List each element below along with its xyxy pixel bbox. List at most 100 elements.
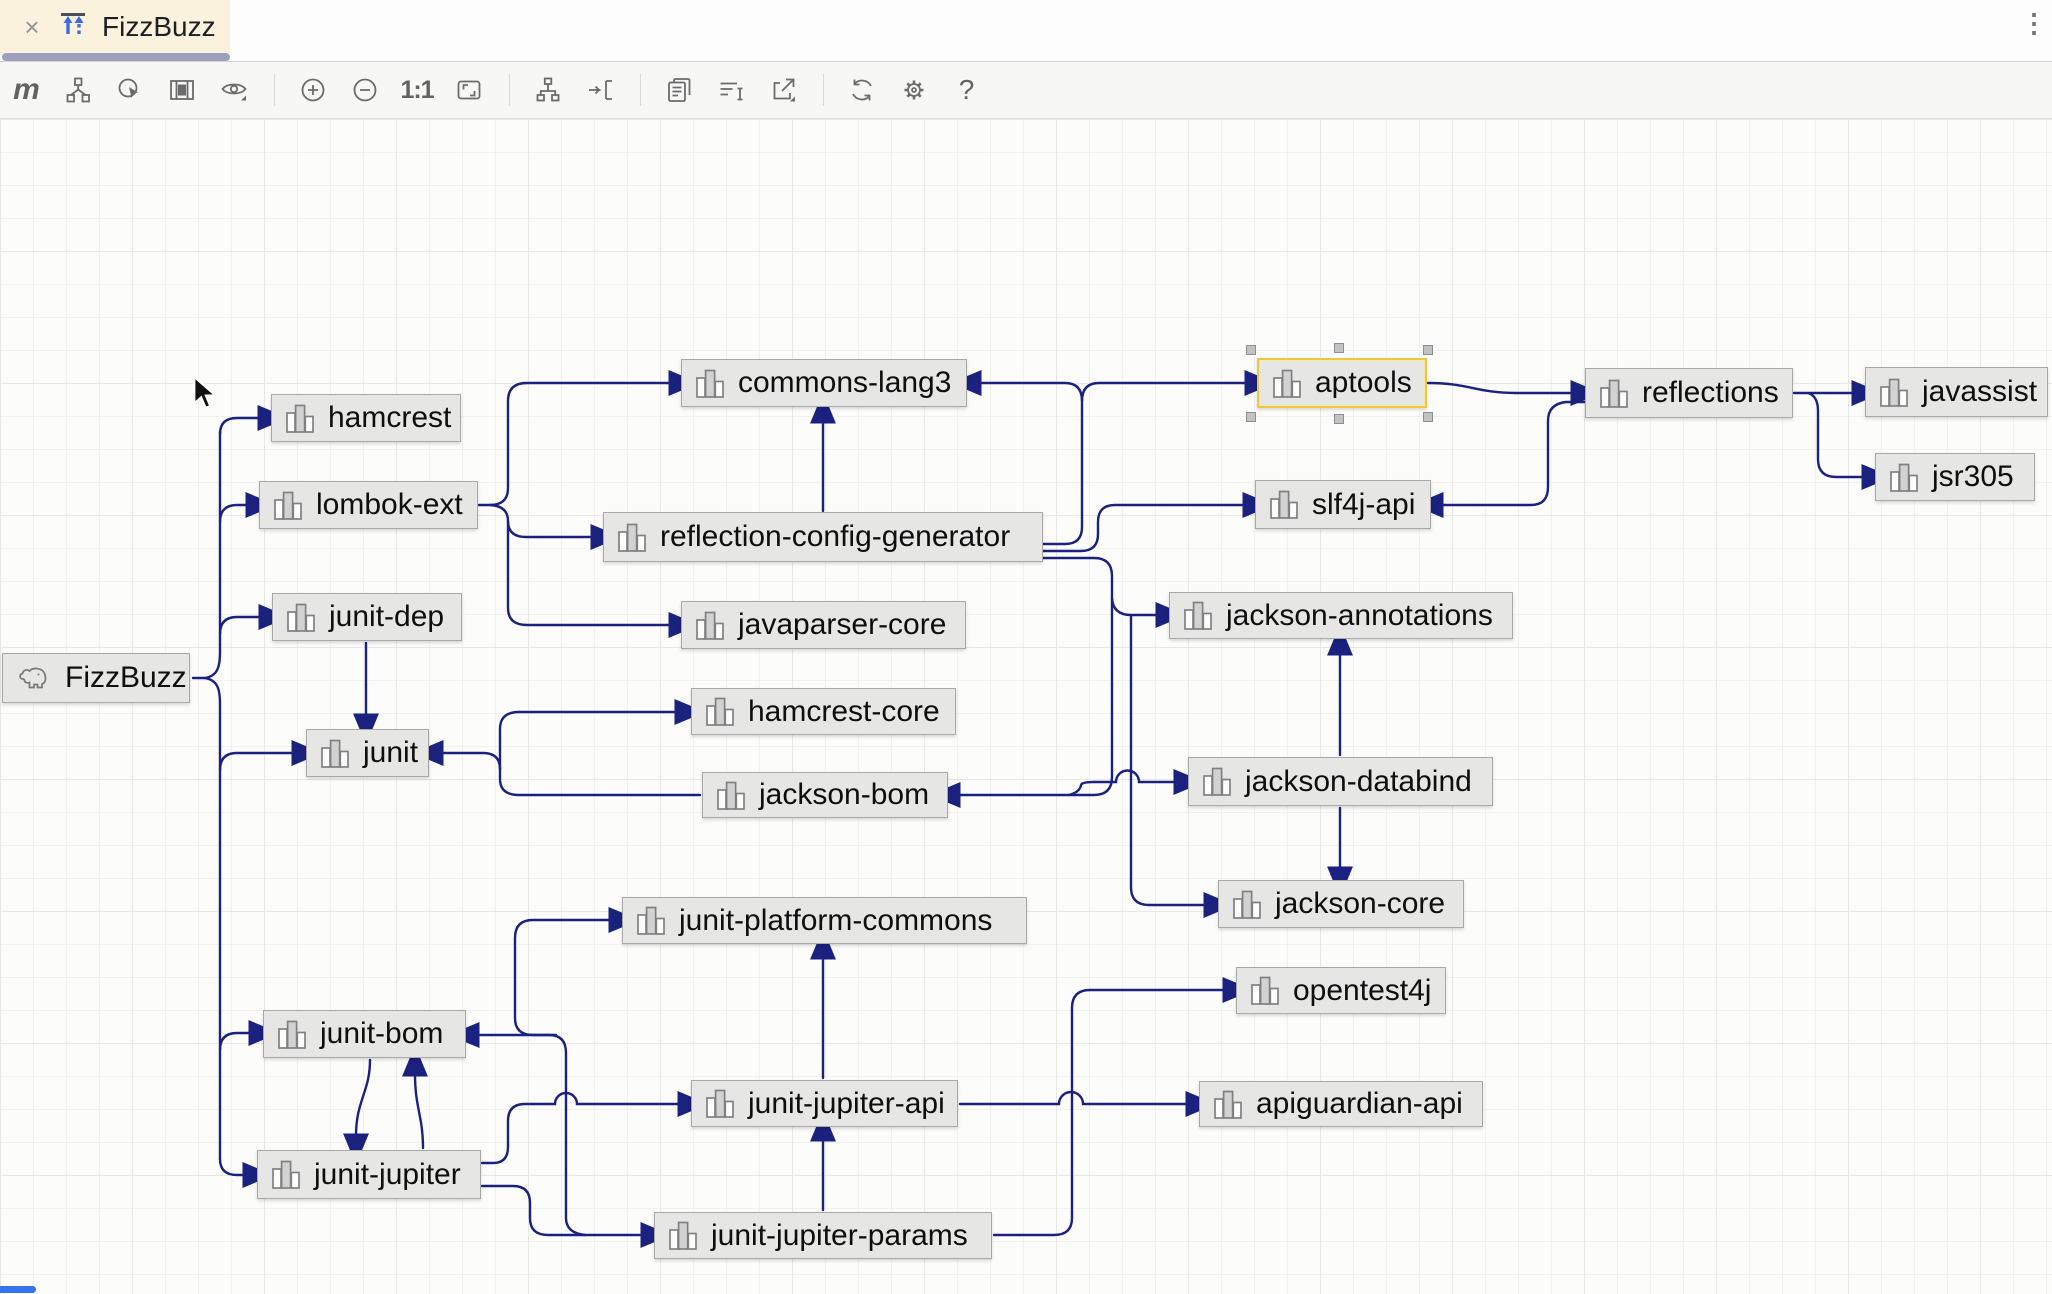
edge-api-apiguardian[interactable] — [960, 1092, 1188, 1104]
node-junit-jupiter[interactable]: junit-jupiter — [257, 1150, 481, 1199]
edge-jupiter-bom[interactable] — [415, 1074, 423, 1148]
library-icon — [1879, 377, 1909, 408]
node-label: reflection-config-generator — [660, 520, 1010, 554]
selection-handle[interactable] — [1246, 412, 1256, 422]
library-icon — [705, 696, 735, 727]
library-icon — [617, 522, 647, 553]
edge-trunk-down[interactable] — [205, 678, 220, 1159]
node-apiguardian-api[interactable]: apiguardian-api — [1199, 1081, 1483, 1127]
diagram-window: × FizzBuzz ⋮ m1:1? FizzBuzzhamcrest — [0, 0, 2052, 1294]
node-label: jackson-databind — [1245, 765, 1472, 799]
node-junit-jupiter-api[interactable]: junit-jupiter-api — [691, 1080, 958, 1127]
edge-aptools-reflections[interactable] — [1428, 383, 1573, 393]
library-icon — [695, 368, 725, 399]
node-label: FizzBuzz — [65, 661, 187, 695]
node-jackson-bom[interactable]: jackson-bom — [702, 772, 948, 818]
node-javassist[interactable]: javassist — [1865, 367, 2048, 417]
edge-fizzbuzz-junit-jupiter[interactable] — [220, 1159, 245, 1175]
node-commons-lang3[interactable]: commons-lang3 — [681, 359, 967, 407]
node-label: hamcrest — [328, 401, 451, 435]
library-icon — [285, 403, 315, 434]
node-label: lombok-ext — [316, 488, 463, 522]
node-label: opentest4j — [1293, 974, 1431, 1008]
node-reflections[interactable]: reflections — [1585, 368, 1793, 418]
edge-fizzbuzz-lombok-ext[interactable] — [220, 505, 248, 522]
selection-handle[interactable] — [1334, 343, 1344, 353]
edge-lombok-commons-lang3[interactable] — [479, 383, 671, 505]
node-fizzbuzz[interactable]: FizzBuzz — [2, 653, 190, 703]
gradle-elephant-icon — [16, 665, 52, 691]
selection-handle[interactable] — [1423, 412, 1433, 422]
edge-params-opentest4j[interactable] — [994, 990, 1225, 1235]
node-label: junit-bom — [320, 1017, 443, 1051]
library-icon — [695, 610, 725, 641]
library-icon — [320, 738, 350, 769]
node-slf4j-api[interactable]: slf4j-api — [1255, 480, 1431, 529]
node-label: jsr305 — [1932, 460, 2014, 494]
node-label: junit-jupiter-api — [748, 1087, 945, 1121]
edge-fizzbuzz-hamcrest[interactable] — [220, 418, 260, 434]
library-icon — [1250, 975, 1280, 1006]
node-jackson-core[interactable]: jackson-core — [1218, 880, 1464, 928]
edge-bom-jupiter[interactable] — [356, 1060, 370, 1136]
edge-feed-platform-commons[interactable] — [515, 920, 611, 1035]
edge-jackson-bom-junit[interactable] — [441, 753, 700, 795]
node-hamcrest[interactable]: hamcrest — [271, 394, 461, 442]
node-label: junit — [363, 736, 418, 770]
node-jackson-annotations[interactable]: jackson-annotations — [1169, 592, 1513, 639]
node-hamcrest-core[interactable]: hamcrest-core — [691, 688, 956, 735]
selection-handle[interactable] — [1423, 345, 1433, 355]
library-icon — [1202, 766, 1232, 797]
edge-junit-hamcrest-core[interactable] — [500, 712, 677, 769]
library-icon — [286, 602, 316, 633]
edge-fizzbuzz-junit-dep[interactable] — [220, 617, 261, 634]
node-label: javaparser-core — [738, 608, 946, 642]
selection-handle[interactable] — [1334, 414, 1344, 424]
node-label: junit-jupiter — [314, 1158, 461, 1192]
edge-reflections-jsr305[interactable] — [1808, 393, 1864, 477]
node-jsr305[interactable]: jsr305 — [1875, 453, 2035, 501]
library-icon — [1889, 462, 1919, 493]
edge-rcg-slf4j-api[interactable] — [1043, 505, 1245, 551]
edge-fizzbuzz-junit[interactable] — [220, 753, 294, 770]
edge-jupiter-params[interactable] — [482, 1186, 643, 1235]
node-label: reflections — [1642, 376, 1779, 410]
node-reflection-config-generator[interactable]: reflection-config-generator — [603, 512, 1043, 562]
node-junit[interactable]: junit — [306, 729, 429, 777]
edges-layer — [0, 0, 2052, 1294]
node-label: junit-platform-commons — [679, 904, 992, 938]
selection-handle[interactable] — [1246, 345, 1256, 355]
edge-jupiter-api[interactable] — [482, 1093, 680, 1163]
library-icon — [1269, 489, 1299, 520]
edge-reflections-slf4j-api[interactable] — [1441, 402, 1585, 505]
edge-corridor-aptools[interactable] — [1082, 383, 1247, 401]
edge-branch-jackson-annotations[interactable] — [1112, 598, 1158, 615]
node-label: jackson-annotations — [1226, 599, 1493, 633]
node-label: hamcrest-core — [748, 695, 940, 729]
node-junit-dep[interactable]: junit-dep — [272, 593, 462, 641]
node-junit-bom[interactable]: junit-bom — [263, 1010, 466, 1058]
node-javaparser-core[interactable]: javaparser-core — [681, 601, 966, 649]
node-label: commons-lang3 — [738, 366, 951, 400]
edge-trunk-up[interactable] — [205, 432, 220, 678]
edge-fizzbuzz-junit-bom[interactable] — [220, 1033, 251, 1050]
node-lombok-ext[interactable]: lombok-ext — [259, 481, 478, 529]
edge-rcg-jackson-bom[interactable] — [958, 558, 1112, 795]
node-junit-jupiter-params[interactable]: junit-jupiter-params — [654, 1212, 992, 1259]
node-opentest4j[interactable]: opentest4j — [1236, 967, 1446, 1014]
horizontal-scrollbar-thumb[interactable] — [0, 1286, 36, 1293]
library-icon — [705, 1088, 735, 1119]
edge-to-jackson-databind[interactable] — [1069, 771, 1176, 796]
node-jackson-databind[interactable]: jackson-databind — [1188, 757, 1493, 806]
library-icon — [668, 1220, 698, 1251]
node-label: javassist — [1922, 375, 2037, 409]
library-icon — [271, 1159, 301, 1190]
node-aptools[interactable]: aptools — [1257, 358, 1427, 408]
edge-lombok-rcg[interactable] — [490, 505, 593, 537]
node-label: jackson-core — [1275, 887, 1445, 921]
library-icon — [1599, 378, 1629, 409]
mouse-cursor — [192, 376, 222, 415]
library-icon — [1272, 368, 1302, 399]
node-junit-platform-commons[interactable]: junit-platform-commons — [622, 897, 1027, 944]
node-label: jackson-bom — [759, 778, 929, 812]
